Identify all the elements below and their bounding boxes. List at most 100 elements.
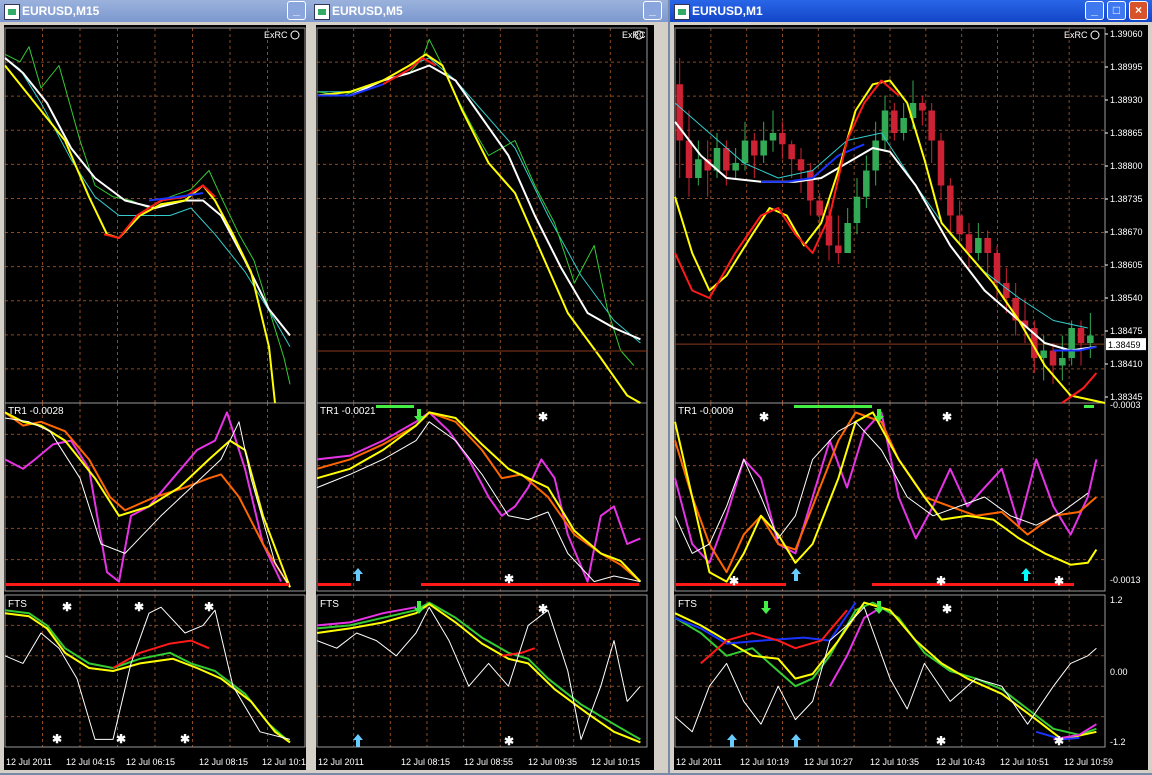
red-signal-bar bbox=[421, 583, 639, 586]
indicator2-label: FTS bbox=[320, 599, 339, 610]
time-axis-label: 12 Jul 2011 bbox=[318, 757, 364, 767]
maximize-button[interactable]: □ bbox=[1107, 1, 1126, 20]
price-axis-label: 1.38930 bbox=[1110, 95, 1143, 105]
candle-body bbox=[788, 144, 795, 160]
white-ma-line bbox=[4, 57, 291, 337]
panel-border bbox=[4, 594, 306, 748]
price-axis-label: 1.38540 bbox=[1110, 293, 1143, 303]
candle-body bbox=[919, 103, 926, 111]
cross-marker: ✱ bbox=[729, 574, 739, 588]
up-arrow-icon bbox=[791, 734, 801, 747]
indicator1-label: TR1 -0.0028 bbox=[8, 406, 64, 417]
time-axis-label: 12 Jul 10:27 bbox=[804, 757, 853, 767]
candle-body bbox=[1077, 328, 1085, 343]
candle-body bbox=[965, 234, 973, 253]
ma-dotted-line bbox=[4, 57, 291, 348]
chart-window-icon bbox=[674, 4, 690, 20]
close-button[interactable]: × bbox=[1129, 1, 1148, 20]
chart-area[interactable]: ExRC 1.39060 1.38995 1.38930 1.38865 1.38800 1… bbox=[674, 25, 1148, 770]
candle-body bbox=[1040, 350, 1047, 358]
chart-canvas[interactable]: ExRC TR1 -0.0021 ✱ ✱ FTS ✱ ✱ 12 Jul 2011 12 Jul … bbox=[316, 25, 654, 770]
title-bar[interactable]: EURUSD,M15 _ bbox=[0, 0, 310, 22]
indicator1-label: TR1 -0.0021 bbox=[320, 406, 376, 417]
chart-window-icon bbox=[4, 4, 20, 20]
cross-marker: ✱ bbox=[1054, 574, 1064, 588]
green-fts-line bbox=[316, 601, 641, 741]
candle-body bbox=[1068, 328, 1075, 358]
green-signal-bar bbox=[376, 405, 414, 408]
cross-marker: ✱ bbox=[116, 732, 126, 746]
candle-body bbox=[797, 159, 805, 171]
candle-body bbox=[723, 148, 730, 171]
price-axis-label: 1.38605 bbox=[1110, 260, 1143, 270]
candle-body bbox=[695, 159, 702, 178]
title-bar[interactable]: EURUSD,M5 _ bbox=[310, 0, 668, 22]
time-axis-label: 12 Jul 08:15 bbox=[401, 757, 450, 767]
price-axis-label: 1.38735 bbox=[1110, 194, 1143, 204]
up-arrow-icon bbox=[727, 734, 737, 747]
indicator1-axis-label: -0.0013 bbox=[1110, 575, 1141, 585]
price-level-line bbox=[317, 350, 647, 352]
time-axis-label: 12 Jul 2011 bbox=[676, 757, 722, 767]
cross-marker: ✱ bbox=[504, 734, 514, 748]
price-axis-label: 1.38800 bbox=[1110, 161, 1143, 171]
candle-body bbox=[835, 245, 842, 253]
price-axis-label: 1.38410 bbox=[1110, 359, 1143, 369]
expert-smiley-icon bbox=[290, 30, 300, 40]
candle-body bbox=[1087, 335, 1094, 343]
cross-marker: ✱ bbox=[538, 602, 548, 616]
cross-marker: ✱ bbox=[134, 600, 144, 614]
chart-area[interactable]: ExRC TR1 -0.0021 ✱ ✱ FTS ✱ ✱ 12 Jul 2011 12 Jul … bbox=[316, 25, 654, 770]
chart-area[interactable]: ExRC TR1 -0.0028 FTS ✱ ✱ ✱ ✱ ✱ ✱ 12 Jul 2011 12 Ju… bbox=[4, 25, 311, 770]
up-arrow-icon bbox=[791, 568, 801, 581]
candle-body bbox=[816, 200, 823, 216]
minimize-button[interactable]: _ bbox=[643, 1, 662, 20]
indicator1-axis-label: -0.0003 bbox=[1110, 400, 1141, 410]
candle-body bbox=[891, 110, 898, 133]
indicator2-label: FTS bbox=[8, 599, 27, 610]
cross-marker: ✱ bbox=[62, 600, 72, 614]
candle-body bbox=[881, 110, 889, 141]
candle-body bbox=[732, 163, 739, 171]
blue-ma-line bbox=[148, 192, 204, 202]
chart-canvas[interactable]: ExRC TR1 -0.0028 FTS ✱ ✱ ✱ ✱ ✱ ✱ 12 Jul 2011 12 Ju… bbox=[4, 25, 311, 770]
candle-body bbox=[947, 185, 954, 216]
exrc-tag: ExRC bbox=[264, 30, 288, 40]
time-axis-label: 12 Jul 10:51 bbox=[1000, 757, 1049, 767]
window-eurusd-m15[interactable]: EURUSD,M15 _ ExRC TR1 -0.0028 FTS ✱ ✱ ✱ ✱ ✱ ✱ 12 … bbox=[0, 0, 311, 773]
time-axis-label: 12 Jul 06:15 bbox=[126, 757, 175, 767]
up-arrow-icon bbox=[1021, 568, 1031, 581]
panel-border bbox=[316, 27, 648, 404]
green-signal-bar bbox=[794, 405, 872, 408]
window-eurusd-m5[interactable]: EURUSD,M5 _ ExRC TR1 -0.0021 ✱ ✱ FTS ✱ ✱ 12 Jul… bbox=[310, 0, 668, 773]
candle-body bbox=[937, 140, 945, 186]
time-axis-label: 12 Jul 08:15 bbox=[199, 757, 248, 767]
time-axis-label: 12 Jul 08:55 bbox=[464, 757, 513, 767]
candle-body bbox=[844, 223, 851, 253]
minimize-button[interactable]: _ bbox=[287, 1, 306, 20]
cross-marker: ✱ bbox=[180, 732, 190, 746]
white-fts-line bbox=[316, 606, 641, 740]
orange-osc-line bbox=[4, 411, 291, 588]
time-axis-label: 12 Jul 2011 bbox=[6, 757, 52, 767]
indicator1-label: TR1 -0.0009 bbox=[678, 406, 734, 417]
minimize-button[interactable]: _ bbox=[1085, 1, 1104, 20]
yellow-fts-line bbox=[674, 601, 1097, 741]
chart-canvas[interactable]: ExRC 1.39060 1.38995 1.38930 1.38865 1.38800 1… bbox=[674, 25, 1148, 770]
cross-marker: ✱ bbox=[942, 410, 952, 424]
candle-body bbox=[993, 253, 1001, 283]
price-axis-label: 1.38670 bbox=[1110, 227, 1143, 237]
candle-body bbox=[751, 140, 758, 156]
red-signal-bar bbox=[872, 583, 1074, 586]
candle-body bbox=[1049, 350, 1057, 366]
title-bar[interactable]: EURUSD,M1 _ □ × bbox=[670, 0, 1152, 22]
current-price-label: 1.38459 bbox=[1108, 340, 1141, 350]
chart-window-icon bbox=[314, 4, 330, 20]
price-axis-label: 1.38995 bbox=[1110, 62, 1143, 72]
time-axis-label: 12 Jul 04:15 bbox=[66, 757, 115, 767]
window-eurusd-m1[interactable]: EURUSD,M1 _ □ × ExRC 1.39060 1.38995 1.3893… bbox=[670, 0, 1152, 773]
ma-dotted-line bbox=[674, 102, 1088, 329]
indicator2-axis-label: 0.00 bbox=[1110, 667, 1128, 677]
down-arrow-icon bbox=[761, 601, 771, 614]
cross-marker: ✱ bbox=[538, 410, 548, 424]
